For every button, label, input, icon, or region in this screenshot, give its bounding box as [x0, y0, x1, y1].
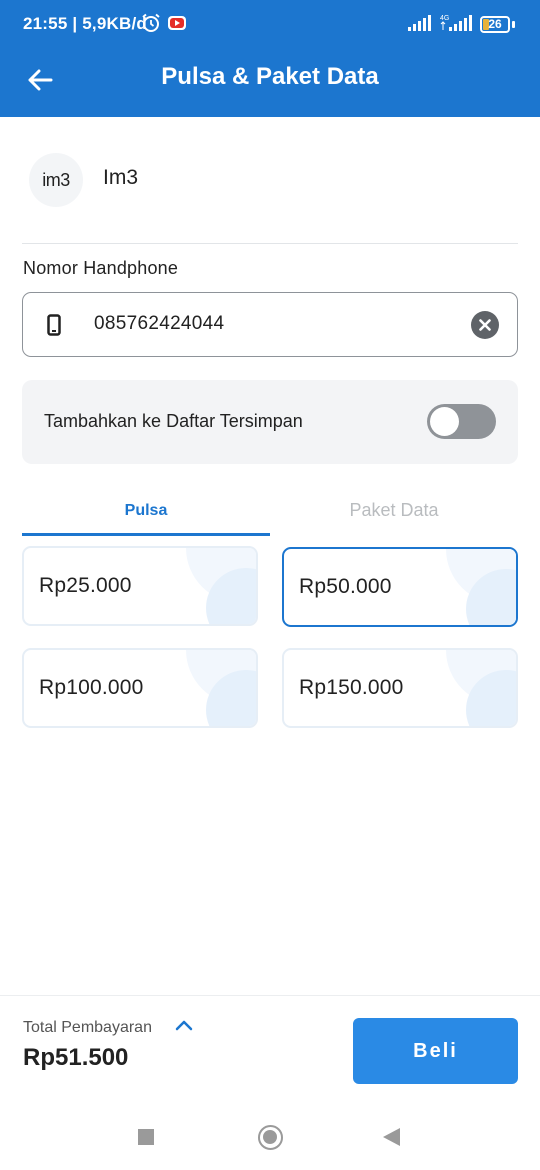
- back-triangle-icon[interactable]: [383, 1128, 400, 1146]
- phone-number-value[interactable]: 085762424044: [94, 313, 224, 335]
- clear-button[interactable]: [471, 311, 499, 339]
- alarm-icon: [141, 13, 161, 33]
- phone-number-field[interactable]: 085762424044: [22, 292, 518, 357]
- home-icon[interactable]: [258, 1125, 283, 1150]
- smartphone-icon: [47, 314, 61, 341]
- operator-logo: im3: [29, 153, 83, 207]
- status-bar: 21:55 | 5,9KB/d 4G 26: [0, 0, 540, 50]
- recent-apps-icon[interactable]: [138, 1129, 154, 1145]
- nominal-option-label: Rp150.000: [299, 676, 404, 699]
- phone-number-label: Nomor Handphone: [23, 258, 179, 278]
- youtube-icon: [168, 15, 186, 31]
- battery-level-text: 26: [488, 17, 502, 31]
- nominal-option-label: Rp100.000: [39, 676, 144, 699]
- nominal-option-label: Rp25.000: [39, 574, 132, 597]
- page-title: Pulsa & Paket Data: [161, 63, 379, 90]
- status-time-speed: 21:55 | 5,9KB/d: [23, 14, 147, 33]
- total-payment-value: Rp51.500: [23, 1044, 129, 1071]
- save-to-list-label: Tambahkan ke Daftar Tersimpan: [44, 411, 303, 431]
- save-to-list-toggle[interactable]: [427, 404, 496, 439]
- network-type-label: 4G: [440, 15, 449, 22]
- app-header: 21:55 | 5,9KB/d 4G 26 Pulsa & Paket Data: [0, 0, 540, 117]
- battery-icon: 26: [480, 16, 510, 33]
- chevron-up-icon[interactable]: [175, 1018, 193, 1036]
- tab-pulsa[interactable]: Pulsa: [22, 490, 270, 536]
- product-tabs: Pulsa Paket Data: [22, 490, 518, 536]
- nominal-option-25000[interactable]: Rp25.000: [22, 546, 258, 626]
- nominal-option-100000[interactable]: Rp100.000: [22, 648, 258, 728]
- signal-4g-icon: 4G: [439, 13, 473, 38]
- divider: [22, 243, 518, 244]
- payment-footer: Total Pembayaran Rp51.500 Beli: [0, 995, 540, 1107]
- toggle-knob: [430, 407, 459, 436]
- signal-icon: [408, 14, 434, 37]
- system-nav-bar: [0, 1107, 540, 1170]
- save-to-list-card: Tambahkan ke Daftar Tersimpan: [22, 380, 518, 464]
- nominal-option-50000[interactable]: Rp50.000: [282, 547, 518, 627]
- total-payment-label: Total Pembayaran: [23, 1019, 152, 1036]
- operator-name: Im3: [103, 166, 139, 189]
- buy-button[interactable]: Beli: [353, 1018, 518, 1084]
- clear-icon: [479, 319, 491, 331]
- nominal-option-label: Rp50.000: [299, 575, 392, 598]
- nominal-option-150000[interactable]: Rp150.000: [282, 648, 518, 728]
- tab-paket-data[interactable]: Paket Data: [270, 490, 518, 536]
